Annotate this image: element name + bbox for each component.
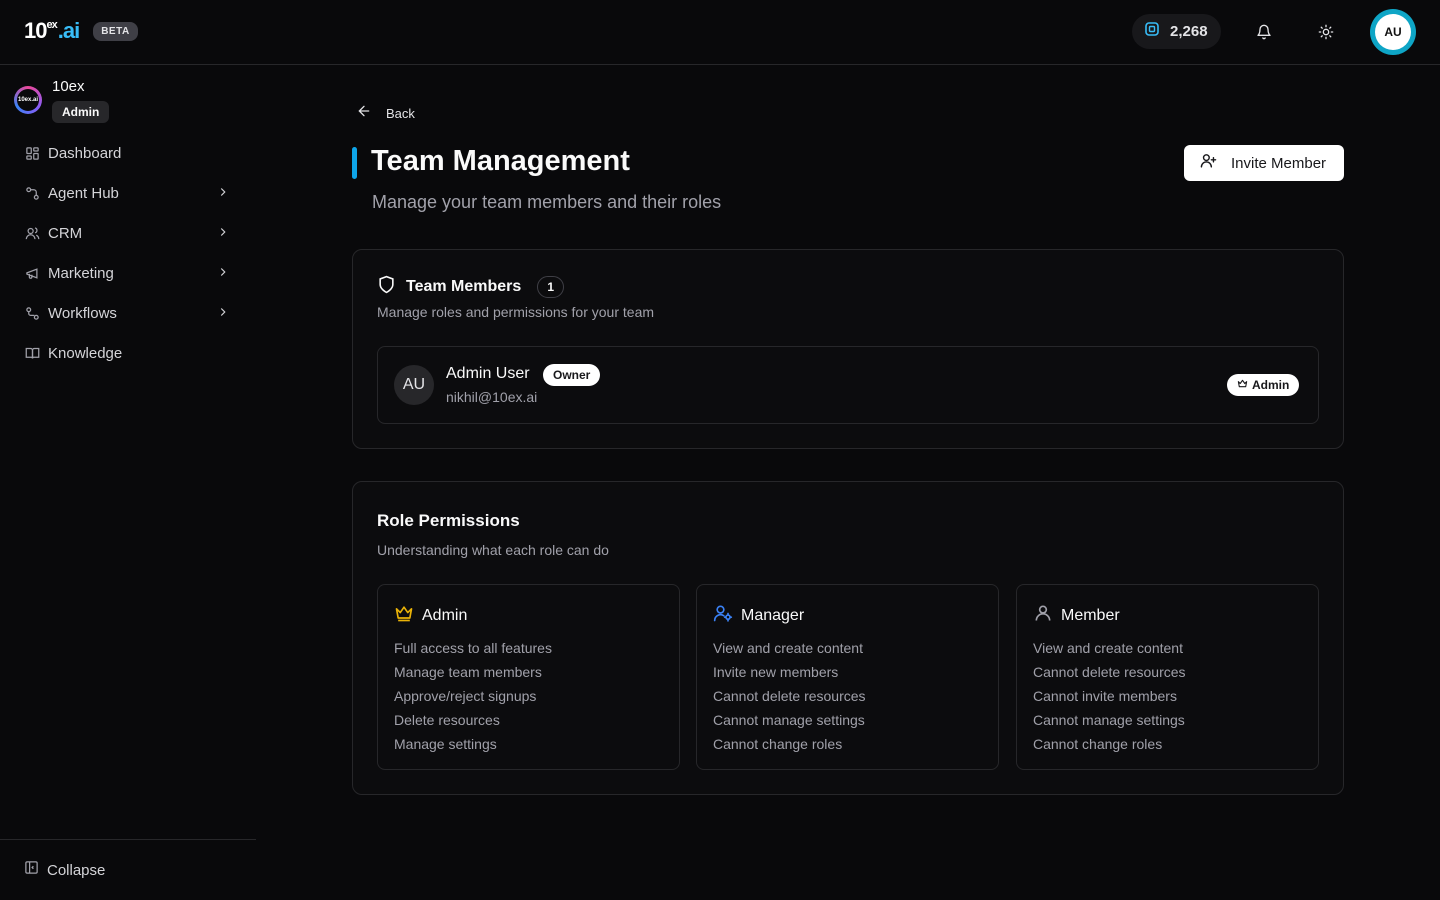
beta-badge: BETA bbox=[93, 21, 138, 41]
theme-toggle-button[interactable] bbox=[1314, 20, 1338, 44]
sidebar-item-label: Knowledge bbox=[48, 344, 123, 362]
list-item: View and create content bbox=[713, 640, 863, 656]
back-label: Back bbox=[386, 106, 415, 121]
role-card-admin: Admin Full access to all features Manage… bbox=[377, 584, 680, 770]
sidebar-nav: Dashboard Agent Hub CRM Marketing Workfl… bbox=[0, 133, 256, 373]
member-role-label: Admin bbox=[1252, 378, 1290, 392]
member-name: Admin User bbox=[446, 365, 530, 382]
users-icon bbox=[24, 225, 40, 241]
list-item: Cannot delete resources bbox=[713, 688, 866, 704]
megaphone-icon bbox=[24, 265, 40, 281]
notifications-button[interactable] bbox=[1252, 20, 1276, 44]
role-permissions-subtitle: Understanding what each role can do bbox=[377, 542, 609, 558]
sidebar-item-marketing[interactable]: Marketing bbox=[0, 253, 256, 293]
user-avatar-button[interactable]: AU bbox=[1370, 9, 1416, 55]
avatar: AU bbox=[394, 365, 434, 405]
bell-icon bbox=[1257, 24, 1271, 40]
permission-list: View and create content Invite new membe… bbox=[713, 639, 866, 759]
arrow-left-icon bbox=[356, 103, 372, 124]
role-name: Manager bbox=[741, 606, 805, 624]
sidebar-item-agent-hub[interactable]: Agent Hub bbox=[0, 173, 256, 213]
avatar: AU bbox=[1375, 14, 1411, 50]
credits-display[interactable]: 2,268 bbox=[1132, 14, 1221, 49]
role-card-manager: Manager View and create content Invite n… bbox=[696, 584, 999, 770]
crown-icon bbox=[1237, 376, 1248, 394]
sidebar-item-workflows[interactable]: Workflows bbox=[0, 293, 256, 333]
list-item: Cannot manage settings bbox=[1033, 712, 1185, 728]
team-members-header: Team Members 1 bbox=[377, 275, 564, 299]
owner-badge: Owner bbox=[543, 364, 601, 386]
sidebar: 10ex.ai 10ex Admin Dashboard Agent Hub C… bbox=[0, 65, 256, 900]
role-permissions-title: Role Permissions bbox=[377, 511, 520, 530]
list-item: Manage team members bbox=[394, 664, 542, 680]
credits-icon bbox=[1144, 21, 1160, 42]
agent-hub-icon bbox=[24, 185, 40, 201]
shield-icon bbox=[377, 275, 396, 299]
role-name: Admin bbox=[422, 606, 468, 624]
chevron-right-icon bbox=[216, 225, 230, 244]
chevron-right-icon bbox=[216, 265, 230, 284]
org-logo: 10ex.ai bbox=[14, 86, 42, 114]
list-item: Cannot change roles bbox=[1033, 736, 1163, 752]
list-item: Invite new members bbox=[713, 664, 839, 680]
top-bar: 10ex.ai BETA 2,268 AU bbox=[0, 0, 1440, 65]
org-switcher[interactable]: 10ex.ai 10ex Admin bbox=[14, 78, 110, 123]
org-name: 10ex bbox=[52, 78, 85, 95]
role-name: Member bbox=[1061, 606, 1120, 624]
list-item: View and create content bbox=[1033, 640, 1183, 656]
list-item: Full access to all features bbox=[394, 640, 552, 656]
title-accent-bar bbox=[352, 147, 357, 179]
collapse-button[interactable]: Collapse bbox=[0, 839, 256, 900]
member-email: nikhil@10ex.ai bbox=[446, 389, 538, 405]
list-item: Cannot change roles bbox=[713, 736, 843, 752]
panel-left-icon bbox=[24, 860, 39, 880]
member-count-badge: 1 bbox=[537, 276, 564, 298]
org-role-badge: Admin bbox=[52, 101, 110, 123]
page-subtitle: Manage your team members and their roles bbox=[372, 192, 722, 212]
member-row[interactable]: AU Admin User Owner nikhil@10ex.ai Admin bbox=[377, 346, 1319, 424]
list-item: Delete resources bbox=[394, 712, 500, 728]
list-item: Approve/reject signups bbox=[394, 688, 537, 704]
chevron-right-icon bbox=[216, 305, 230, 324]
team-members-card: Team Members 1 Manage roles and permissi… bbox=[352, 249, 1344, 449]
sidebar-item-label: Agent Hub bbox=[48, 184, 119, 202]
sidebar-item-label: CRM bbox=[48, 224, 83, 242]
invite-member-label: Invite Member bbox=[1231, 154, 1327, 172]
chevron-right-icon bbox=[216, 185, 230, 204]
permission-list: View and create content Cannot delete re… bbox=[1033, 639, 1186, 759]
role-permissions-card: Role Permissions Understanding what each… bbox=[352, 481, 1344, 795]
crown-icon bbox=[394, 603, 414, 628]
credits-value: 2,268 bbox=[1170, 23, 1208, 40]
invite-member-button[interactable]: Invite Member bbox=[1184, 145, 1344, 181]
collapse-label: Collapse bbox=[47, 861, 106, 879]
page-title: Team Management bbox=[371, 145, 630, 177]
list-item: Cannot delete resources bbox=[1033, 664, 1186, 680]
book-icon bbox=[24, 345, 40, 361]
sidebar-item-knowledge[interactable]: Knowledge bbox=[0, 333, 256, 373]
user-cog-icon bbox=[713, 603, 733, 628]
team-members-title: Team Members bbox=[406, 278, 522, 295]
team-members-subtitle: Manage roles and permissions for your te… bbox=[377, 304, 655, 320]
member-role-badge[interactable]: Admin bbox=[1227, 374, 1300, 396]
sidebar-item-crm[interactable]: CRM bbox=[0, 213, 256, 253]
user-icon bbox=[1033, 603, 1053, 628]
sidebar-item-label: Workflows bbox=[48, 304, 117, 322]
user-plus-icon bbox=[1200, 152, 1217, 174]
role-card-member: Member View and create content Cannot de… bbox=[1016, 584, 1319, 770]
back-button[interactable]: Back bbox=[356, 103, 415, 124]
workflow-icon bbox=[24, 305, 40, 321]
logo[interactable]: 10ex.ai BETA bbox=[24, 18, 138, 44]
logo-text: 10ex.ai bbox=[24, 18, 80, 43]
sidebar-item-dashboard[interactable]: Dashboard bbox=[0, 133, 256, 173]
list-item: Cannot invite members bbox=[1033, 688, 1177, 704]
sidebar-item-label: Marketing bbox=[48, 264, 114, 282]
list-item: Manage settings bbox=[394, 736, 497, 752]
sun-icon bbox=[1318, 24, 1334, 40]
list-item: Cannot manage settings bbox=[713, 712, 865, 728]
dashboard-icon bbox=[24, 145, 40, 161]
permission-list: Full access to all features Manage team … bbox=[394, 639, 552, 759]
sidebar-item-label: Dashboard bbox=[48, 144, 122, 162]
